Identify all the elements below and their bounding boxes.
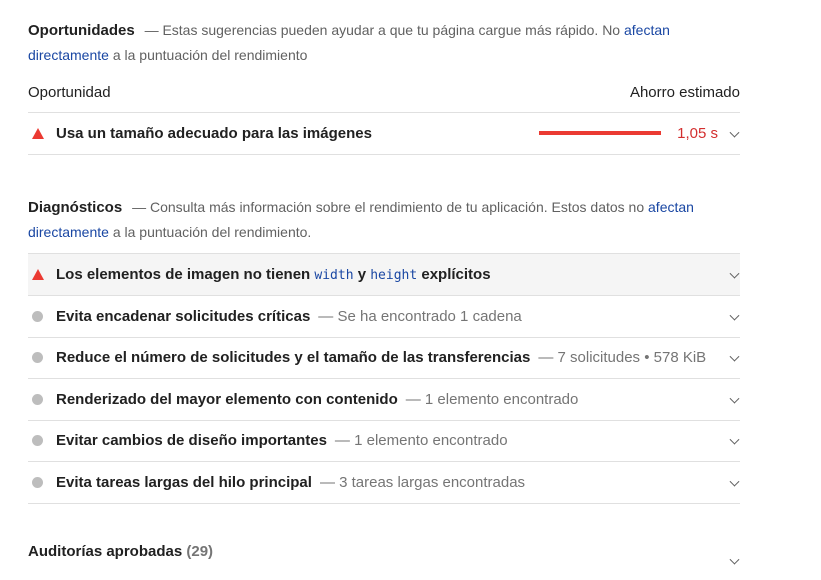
red-triangle-icon	[28, 269, 56, 280]
opportunities-header: Oportunidades — Estas sugerencias pueden…	[28, 18, 698, 68]
diagnostic-display-value: — 7 solicitudes • 578 KiB	[538, 349, 707, 366]
diagnostic-item-layout-shifts[interactable]: Evitar cambios de diseño importantes — 1…	[28, 420, 740, 462]
red-triangle-icon	[28, 128, 56, 139]
chevron-down-icon[interactable]	[729, 476, 740, 487]
diagnostics-description-prefix: — Consulta más información sobre el rend…	[132, 199, 649, 215]
opportunity-item-image-size[interactable]: Usa un tamaño adecuado para las imágenes…	[28, 113, 740, 155]
diagnostic-display-value: — Se ha encontrado 1 cadena	[318, 308, 522, 325]
opportunities-title: Oportunidades	[28, 22, 135, 39]
diagnostic-item-long-tasks[interactable]: Evita tareas largas del hilo principal —…	[28, 462, 740, 504]
diagnostic-title: Evitar cambios de diseño importantes	[56, 432, 327, 449]
diagnostic-title: Renderizado del mayor elemento con conte…	[56, 391, 398, 408]
savings-sparkline	[539, 131, 661, 135]
opportunities-description-prefix: — Estas sugerencias pueden ayudar a que …	[144, 22, 624, 38]
diagnostics-description: Diagnósticos — Consulta más información …	[28, 195, 718, 245]
gray-circle-icon	[28, 394, 56, 405]
gray-circle-icon	[28, 435, 56, 446]
diagnostic-item-critical-chains[interactable]: Evita encadenar solicitudes críticas — S…	[28, 296, 740, 338]
opportunities-description: Oportunidades — Estas sugerencias pueden…	[28, 18, 698, 68]
code-width: width	[314, 268, 354, 283]
diagnostic-title: Los elementos de imagen no tienen width …	[56, 266, 491, 283]
opportunities-column-header: Oportunidad Ahorro estimado	[28, 74, 740, 113]
gray-circle-icon	[28, 352, 56, 363]
diagnostics-title: Diagnósticos	[28, 199, 123, 216]
chevron-down-icon[interactable]	[729, 268, 740, 279]
diagnostic-item-unsized-images[interactable]: Los elementos de imagen no tienen width …	[28, 253, 740, 296]
diagnostic-item-resource-summary[interactable]: Reduce el número de solicitudes y el tam…	[28, 337, 740, 379]
passed-audits-title: Auditorías aprobadas	[28, 543, 183, 560]
diagnostics-description-suffix: a la puntuación del rendimiento.	[108, 224, 312, 240]
chevron-down-icon[interactable]	[729, 554, 740, 565]
chevron-down-icon[interactable]	[729, 351, 740, 362]
savings-value: 1,05 s	[677, 125, 718, 142]
opportunity-column-label: Oportunidad	[28, 84, 111, 101]
diagnostic-title: Evita tareas largas del hilo principal	[56, 474, 312, 491]
diagnostic-title: Reduce el número de solicitudes y el tam…	[56, 349, 531, 366]
chevron-down-icon[interactable]	[729, 393, 740, 404]
chevron-down-icon[interactable]	[729, 310, 740, 321]
gray-circle-icon	[28, 477, 56, 488]
opportunities-description-suffix: a la puntuación del rendimiento	[108, 47, 308, 63]
diagnostic-display-value: — 1 elemento encontrado	[405, 391, 579, 408]
diagnostic-display-value: — 1 elemento encontrado	[334, 432, 508, 449]
diagnostic-item-lcp-element[interactable]: Renderizado del mayor elemento con conte…	[28, 379, 740, 421]
code-height: height	[370, 268, 418, 283]
gray-circle-icon	[28, 311, 56, 322]
chevron-down-icon[interactable]	[729, 127, 740, 138]
savings-column-label: Ahorro estimado	[629, 84, 740, 101]
passed-audits-toggle[interactable]: Auditorías aprobadas (29)	[28, 543, 740, 569]
diagnostic-display-value: — 3 tareas largas encontradas	[319, 474, 526, 491]
opportunity-title: Usa un tamaño adecuado para las imágenes	[56, 125, 372, 142]
chevron-down-icon[interactable]	[729, 434, 740, 445]
diagnostics-header: Diagnósticos — Consulta más información …	[28, 195, 718, 245]
diagnostic-title: Evita encadenar solicitudes críticas	[56, 308, 311, 325]
passed-audits-count: (29)	[186, 543, 214, 560]
